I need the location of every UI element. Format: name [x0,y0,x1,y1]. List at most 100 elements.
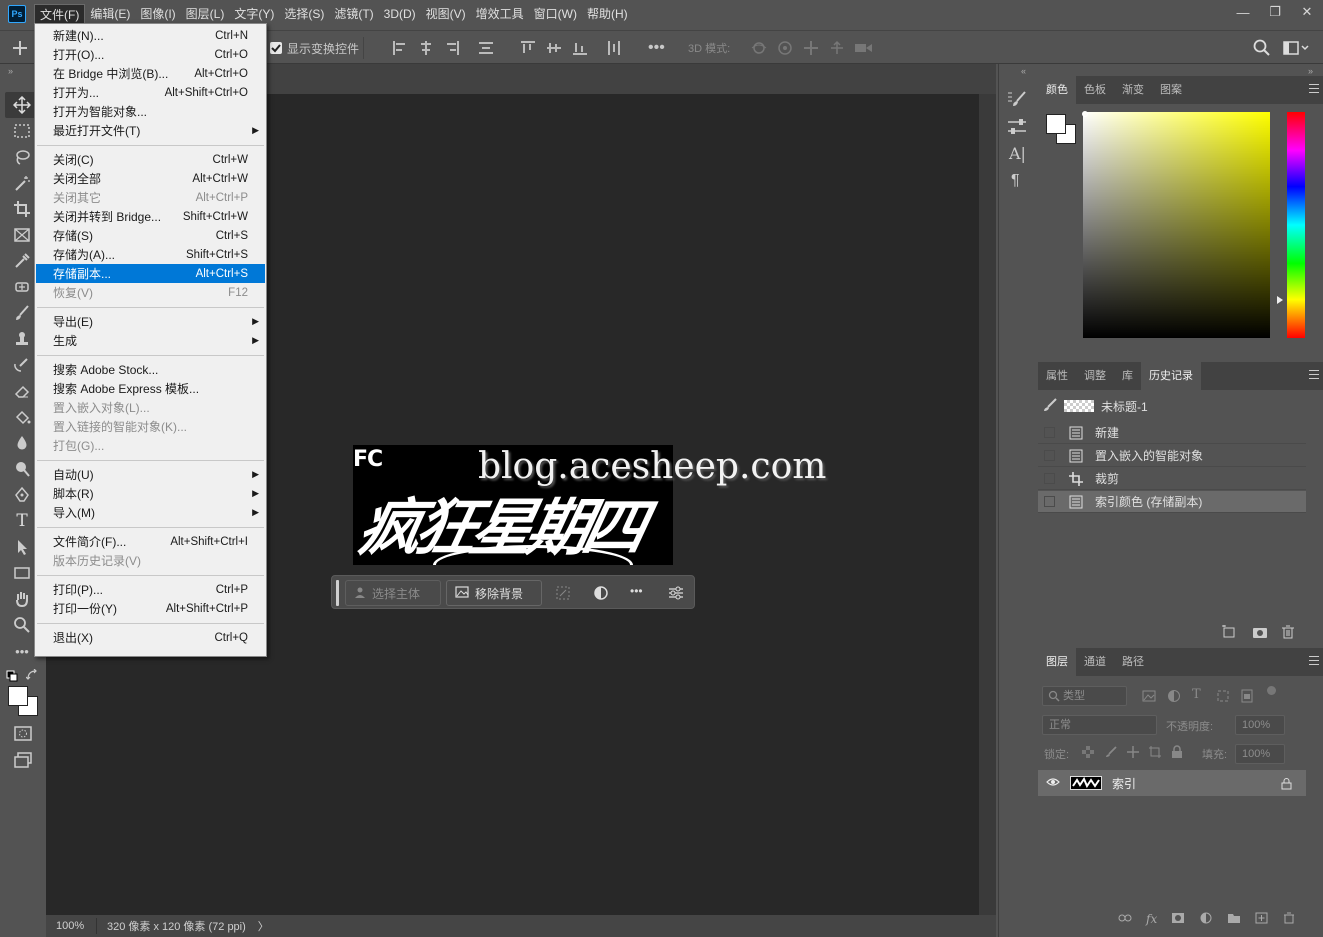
ps-logo-icon[interactable]: Ps [8,5,26,23]
adjustment-icon[interactable] [593,585,609,604]
3d-roll-icon[interactable] [776,39,794,57]
file-menu-item[interactable]: 打印一份(Y) Alt+Shift+Ctrl+P [36,599,265,618]
collapse-arrows-icon[interactable]: » [1308,66,1313,76]
select-subject-button[interactable]: 选择主体 [345,580,441,606]
layer-row[interactable]: 索引 [1038,770,1306,796]
panel-tab[interactable]: 属性 [1038,362,1076,390]
panel-tab[interactable]: 路径 [1114,648,1152,676]
file-menu-item[interactable]: 脚本(R) ▶ [36,484,265,503]
3d-camera-icon[interactable] [854,39,874,57]
move-tool-preset-icon[interactable] [10,39,32,57]
panel-menu-icon[interactable] [1309,84,1319,93]
minimize-icon[interactable]: — [1227,0,1259,24]
menu-7[interactable]: 3D(D) [379,4,421,24]
history-state[interactable]: 索引颜色 (存储副本) [1038,491,1306,513]
menu-3[interactable]: 图层(L) [181,4,230,24]
new-document-from-state-icon[interactable] [1221,625,1237,642]
brush-settings-icon[interactable] [1007,90,1027,111]
file-menu-item[interactable]: 关闭并转到 Bridge... Shift+Ctrl+W [36,207,265,226]
file-menu-item[interactable]: 文件简介(F)... Alt+Shift+Ctrl+I [36,532,265,551]
collapse-arrows-icon[interactable]: « [1021,66,1026,76]
history-state[interactable]: 新建 [1038,422,1306,444]
file-menu-item[interactable]: 导出(E) ▶ [36,312,265,331]
panel-tab[interactable]: 调整 [1076,362,1114,390]
file-menu-item[interactable]: 搜索 Adobe Stock... [36,360,265,379]
paragraph-icon[interactable]: ¶ [1011,172,1020,190]
file-menu-item[interactable]: 关闭(C) Ctrl+W [36,150,265,169]
file-menu-item[interactable]: 导入(M) ▶ [36,503,265,522]
menu-1[interactable]: 编辑(E) [85,4,135,24]
history-state[interactable]: 置入嵌入的智能对象 [1038,445,1306,467]
panel-tab[interactable]: 渐变 [1114,76,1152,104]
blend-mode-select[interactable]: 正常 [1042,715,1157,735]
collapse-arrows-icon[interactable]: » [8,66,13,76]
file-menu-item[interactable]: 打开为... Alt+Shift+Ctrl+O [36,83,265,102]
foreground-color-swatch[interactable] [1046,114,1066,134]
checkbox-icon[interactable] [270,42,282,54]
lock-all-icon[interactable] [1171,745,1183,762]
workspace-icon[interactable] [1283,39,1309,57]
more-icon[interactable]: ••• [630,584,643,598]
transform-icon[interactable] [555,585,571,604]
file-menu-item[interactable]: 打印(P)... Ctrl+P [36,580,265,599]
color-picker-marker[interactable] [1082,111,1088,117]
show-transform-checkbox[interactable]: 显示变换控件 [270,39,359,57]
taskbar-drag-handle[interactable] [336,580,339,606]
file-menu-item[interactable]: 自动(U) ▶ [36,465,265,484]
fx-icon[interactable]: fx [1146,912,1157,927]
panel-tab[interactable]: 库 [1114,362,1141,390]
file-menu-item[interactable]: 存储为(A)... Shift+Ctrl+S [36,245,265,264]
align-right-icon[interactable] [444,39,460,57]
file-menu-item[interactable]: 打开为智能对象... [36,102,265,121]
search-icon[interactable] [1253,39,1271,57]
file-menu-item[interactable]: 搜索 Adobe Express 模板... [36,379,265,398]
new-layer-icon[interactable] [1255,912,1269,927]
remove-background-button[interactable]: 移除背景 [446,580,542,606]
file-menu-item[interactable]: 关闭全部 Alt+Ctrl+W [36,169,265,188]
restore-icon[interactable]: ❐ [1259,0,1291,24]
more-options-icon[interactable]: ••• [648,39,665,57]
menu-10[interactable]: 窗口(W) [529,4,582,24]
lock-transparent-icon[interactable] [1082,746,1094,761]
panel-tab[interactable]: 通道 [1076,648,1114,676]
foreground-color-swatch[interactable] [8,686,28,706]
3d-pan-icon[interactable] [802,39,820,57]
file-menu-item[interactable]: 在 Bridge 中浏览(B)... Alt+Ctrl+O [36,64,265,83]
close-icon[interactable]: ✕ [1291,0,1323,24]
panel-menu-icon[interactable] [1309,370,1319,379]
layer-filter-select[interactable]: 类型 [1042,686,1127,706]
filter-toggle-icon[interactable] [1267,686,1276,695]
panel-menu-icon[interactable] [1309,656,1319,665]
file-menu-item[interactable]: 生成 ▶ [36,331,265,350]
status-arrow-icon[interactable]: 〉 [258,918,269,934]
default-colors-icon[interactable] [6,670,18,685]
taskbar-settings-icon[interactable] [668,585,684,604]
delete-state-icon[interactable] [1281,625,1295,642]
file-menu-item[interactable]: 退出(X) Ctrl+Q [36,628,265,647]
align-bottom-icon[interactable] [572,39,588,57]
file-menu-item[interactable]: 打开(O)... Ctrl+O [36,45,265,64]
align-middle-v-icon[interactable] [546,39,562,57]
history-state-checkbox[interactable] [1044,427,1055,438]
history-brush-source-icon[interactable] [1042,397,1058,415]
hue-slider-marker[interactable] [1277,296,1283,304]
character-icon[interactable]: A| [1009,144,1026,163]
lock-pixels-icon[interactable] [1105,746,1117,761]
menu-0[interactable]: 文件(F) [34,4,86,24]
screen-mode-icon[interactable] [14,752,32,771]
lock-artboard-icon[interactable] [1148,745,1162,762]
distribute-v-icon[interactable] [606,39,622,57]
filter-smart-object-icon[interactable] [1240,689,1254,706]
align-left-icon[interactable] [392,39,408,57]
menu-2[interactable]: 图像(I) [135,4,180,24]
filter-shape-icon[interactable] [1216,689,1230,706]
align-top-icon[interactable] [520,39,536,57]
filter-adjustment-icon[interactable] [1167,689,1181,706]
fill-input[interactable]: 100% [1235,744,1285,764]
color-field[interactable] [1083,112,1270,338]
file-menu-item[interactable]: 存储副本... Alt+Ctrl+S [36,264,265,283]
align-center-h-icon[interactable] [418,39,434,57]
adjust-sliders-icon[interactable] [1007,118,1027,139]
menu-8[interactable]: 视图(V) [421,4,471,24]
3d-orbit-icon[interactable] [750,39,768,57]
